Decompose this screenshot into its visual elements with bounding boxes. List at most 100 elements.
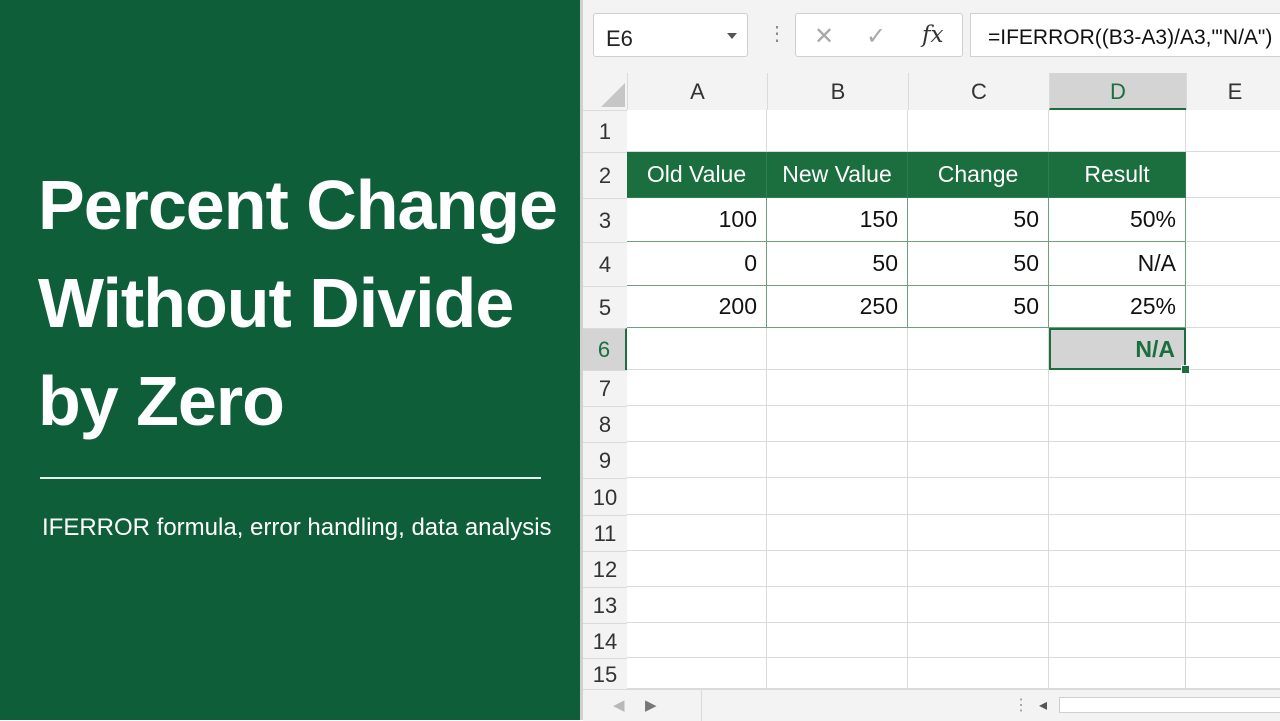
table-data-cell[interactable]: 50 (767, 242, 908, 286)
cell[interactable] (908, 623, 1049, 658)
cell[interactable] (627, 478, 767, 515)
cell[interactable] (767, 478, 908, 515)
cell[interactable] (767, 587, 908, 623)
cell[interactable] (1049, 587, 1186, 623)
cell[interactable] (908, 658, 1049, 689)
row-header-7[interactable]: 7 (583, 370, 627, 406)
scroll-left-icon[interactable]: ◀ (613, 696, 625, 714)
row-header-6[interactable]: 6 (583, 328, 627, 370)
cell[interactable] (767, 370, 908, 406)
cell[interactable] (1186, 587, 1280, 623)
cell[interactable] (1186, 152, 1280, 198)
table-data-cell[interactable]: 0 (627, 242, 767, 286)
cell[interactable] (908, 551, 1049, 587)
cell[interactable] (1049, 406, 1186, 442)
cell[interactable] (767, 442, 908, 478)
cell[interactable] (627, 623, 767, 658)
table-data-cell[interactable]: 50 (908, 286, 1049, 328)
row-header-1[interactable]: 1 (583, 110, 627, 152)
cell[interactable] (627, 110, 767, 152)
cell[interactable] (908, 515, 1049, 551)
fill-handle[interactable] (1181, 365, 1190, 374)
cell[interactable] (767, 551, 908, 587)
select-all-corner[interactable] (583, 73, 627, 110)
cell[interactable] (1049, 370, 1186, 406)
cell[interactable] (767, 328, 908, 370)
cell[interactable] (1186, 198, 1280, 242)
cell[interactable] (908, 406, 1049, 442)
cell[interactable] (1049, 110, 1186, 152)
column-header-e[interactable]: E (1186, 73, 1280, 110)
cell[interactable] (1186, 328, 1280, 370)
cell[interactable] (627, 406, 767, 442)
cell[interactable] (1186, 406, 1280, 442)
column-header-d[interactable]: D (1049, 73, 1186, 110)
table-data-cell[interactable]: 50 (908, 198, 1049, 242)
row-header-9[interactable]: 9 (583, 442, 627, 478)
row-header-10[interactable]: 10 (583, 478, 627, 515)
table-data-cell[interactable]: N/A (1049, 242, 1186, 286)
row-header-14[interactable]: 14 (583, 623, 627, 658)
cell[interactable] (1186, 658, 1280, 689)
table-header-cell[interactable]: Change (908, 152, 1049, 198)
cell[interactable] (767, 658, 908, 689)
cell[interactable] (627, 658, 767, 689)
table-header-cell[interactable]: Old Value (627, 152, 767, 198)
table-data-cell[interactable]: 150 (767, 198, 908, 242)
cell[interactable] (908, 478, 1049, 515)
selected-cell[interactable]: N/A (1049, 328, 1186, 370)
cell[interactable] (1186, 370, 1280, 406)
cell[interactable] (767, 110, 908, 152)
row-header-12[interactable]: 12 (583, 551, 627, 587)
cell[interactable] (627, 442, 767, 478)
table-data-cell[interactable]: 100 (627, 198, 767, 242)
table-header-cell[interactable]: Result (1049, 152, 1186, 198)
cell[interactable] (1049, 623, 1186, 658)
formula-input[interactable]: =IFERROR((B3-A3)/A3,"'N/A") (970, 13, 1280, 57)
cell[interactable] (908, 110, 1049, 152)
row-header-13[interactable]: 13 (583, 587, 627, 623)
chevron-down-icon[interactable] (727, 33, 737, 39)
cell[interactable] (767, 406, 908, 442)
table-data-cell[interactable]: 50 (908, 242, 1049, 286)
cell[interactable] (1186, 442, 1280, 478)
row-header-11[interactable]: 11 (583, 515, 627, 551)
cell[interactable] (1049, 442, 1186, 478)
scroll-right-icon[interactable]: ▶ (645, 696, 657, 714)
check-icon[interactable]: ✓ (866, 22, 886, 51)
row-header-8[interactable]: 8 (583, 406, 627, 442)
cell[interactable] (1049, 551, 1186, 587)
cell[interactable] (627, 370, 767, 406)
vertical-dots-icon[interactable]: ⋮ (1013, 695, 1029, 715)
column-header-b[interactable]: B (767, 73, 908, 110)
table-data-cell[interactable]: 200 (627, 286, 767, 328)
cell[interactable] (1049, 478, 1186, 515)
cell[interactable] (627, 587, 767, 623)
cell[interactable] (1186, 478, 1280, 515)
row-header-3[interactable]: 3 (583, 198, 627, 242)
cell[interactable] (1186, 623, 1280, 658)
column-header-c[interactable]: C (908, 73, 1049, 110)
cell[interactable] (1186, 551, 1280, 587)
row-header-15[interactable]: 15 (583, 658, 627, 689)
cell[interactable] (627, 328, 767, 370)
table-header-cell[interactable]: New Value (767, 152, 908, 198)
cell[interactable] (1186, 242, 1280, 286)
cell[interactable] (1049, 658, 1186, 689)
cell[interactable] (908, 328, 1049, 370)
row-header-4[interactable]: 4 (583, 242, 627, 286)
close-icon[interactable]: ✕ (814, 22, 834, 51)
cell[interactable] (627, 515, 767, 551)
row-header-5[interactable]: 5 (583, 286, 627, 328)
horizontal-scrollbar[interactable] (1059, 697, 1280, 713)
cell[interactable] (627, 551, 767, 587)
cell[interactable] (1186, 110, 1280, 152)
cell[interactable] (908, 370, 1049, 406)
cell[interactable] (767, 623, 908, 658)
cell[interactable] (908, 587, 1049, 623)
cell[interactable] (1186, 286, 1280, 328)
name-box[interactable]: E6 (593, 13, 748, 57)
table-data-cell[interactable]: 25% (1049, 286, 1186, 328)
table-data-cell[interactable]: 50% (1049, 198, 1186, 242)
scroll-left-arrow-icon[interactable]: ◂ (1039, 695, 1047, 715)
